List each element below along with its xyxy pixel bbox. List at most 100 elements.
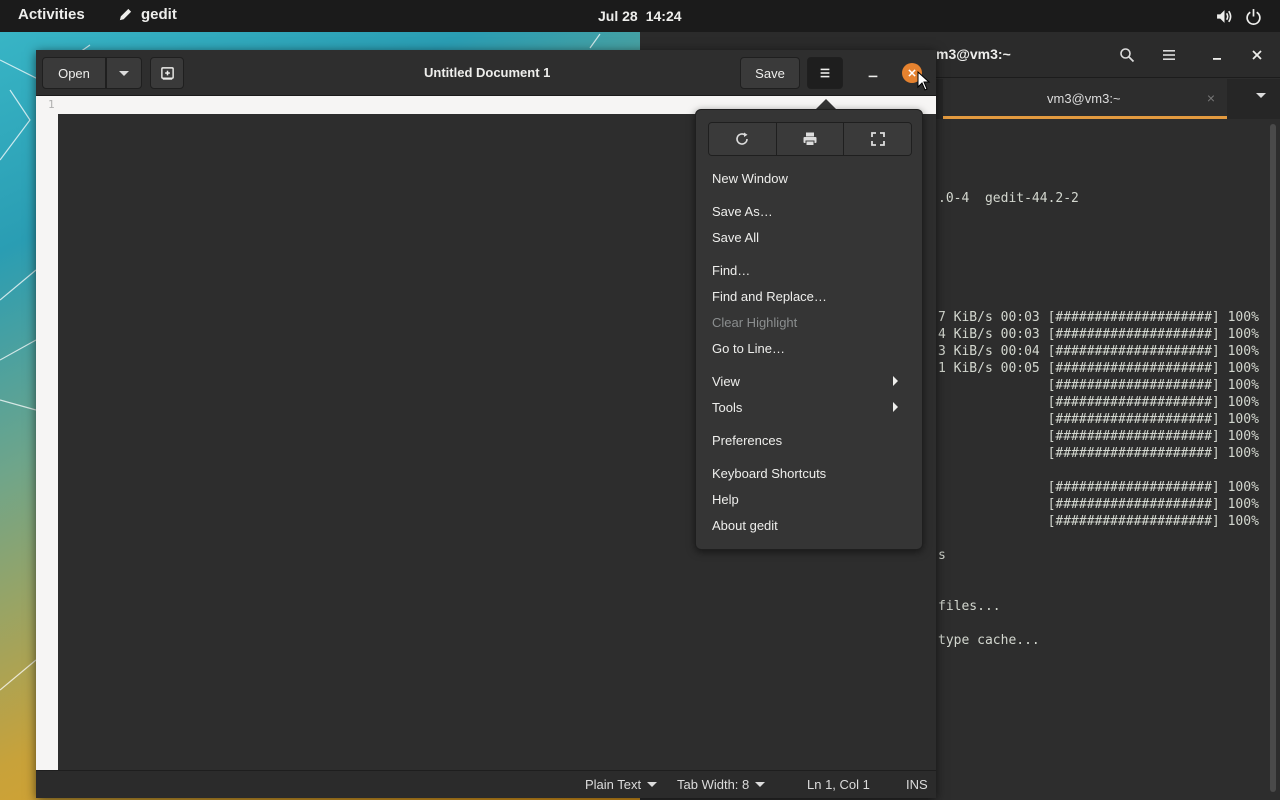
terminal-close-button[interactable] xyxy=(1240,40,1274,70)
terminal-line: [####################] 100% xyxy=(938,378,1259,393)
chevron-right-icon xyxy=(893,402,898,412)
open-button[interactable]: Open xyxy=(42,57,106,89)
print-button[interactable] xyxy=(775,123,844,155)
mouse-cursor-icon xyxy=(917,71,931,91)
reload-button[interactable] xyxy=(709,123,776,155)
search-icon xyxy=(1120,48,1135,63)
new-tab-icon xyxy=(160,66,174,80)
gedit-headerbar: Open Untitled Document 1 Save xyxy=(36,50,936,96)
menu-item-new-window[interactable]: New Window xyxy=(712,167,908,189)
menu-item-view[interactable]: View xyxy=(712,370,908,392)
close-icon xyxy=(1252,50,1262,60)
chevron-down-icon xyxy=(1256,93,1266,98)
minimize-icon xyxy=(868,75,878,78)
terminal-line: files... xyxy=(938,599,1001,614)
menu-item-label: Find and Replace… xyxy=(712,288,827,304)
terminal-search-button[interactable] xyxy=(1110,40,1144,70)
menu-item-find-replace[interactable]: Find and Replace… xyxy=(712,285,908,307)
system-menu-button[interactable] xyxy=(1216,8,1262,25)
menu-item-label: Preferences xyxy=(712,432,783,448)
menu-item-label: Keyboard Shortcuts xyxy=(712,465,827,481)
volume-icon xyxy=(1217,10,1232,23)
main-menu-button[interactable] xyxy=(807,57,843,89)
terminal-line: 7 KiB/s 00:03 [####################] 100… xyxy=(938,310,1259,325)
fullscreen-button[interactable] xyxy=(843,123,911,155)
minimize-button[interactable] xyxy=(862,60,884,86)
clock-button[interactable]: Jul 28 14:24 xyxy=(598,8,682,24)
menu-item-label: About gedit xyxy=(712,517,778,533)
new-document-button[interactable] xyxy=(150,57,184,89)
language-selector[interactable]: Plain Text xyxy=(585,777,658,792)
menu-item-label: New Window xyxy=(712,170,788,186)
terminal-line: [####################] 100% xyxy=(938,446,1259,461)
language-label: Plain Text xyxy=(585,777,642,792)
app-menu-button[interactable]: gedit xyxy=(118,6,177,23)
save-button[interactable]: Save xyxy=(740,57,800,89)
terminal-tab[interactable]: vm3@vm3:~ × xyxy=(943,79,1227,119)
menu-item-preferences[interactable]: Preferences xyxy=(712,429,908,451)
hamburger-icon xyxy=(1163,50,1175,60)
menu-item-label: Save All xyxy=(712,229,759,245)
terminal-line: [####################] 100% xyxy=(938,429,1259,444)
app-menu-label: gedit xyxy=(141,6,177,23)
terminal-menu-button[interactable] xyxy=(1152,40,1186,70)
main-menu-popover: New Window Save As… Save All Find… Find … xyxy=(695,109,923,550)
chevron-right-icon xyxy=(893,376,898,386)
menu-item-label: Find… xyxy=(712,262,751,278)
terminal-tab-label: vm3@vm3:~ xyxy=(1047,91,1121,106)
open-recent-button[interactable] xyxy=(106,57,142,89)
print-icon xyxy=(803,132,817,146)
chevron-down-icon xyxy=(647,782,658,787)
menu-item-go-to-line[interactable]: Go to Line… xyxy=(712,337,908,359)
terminal-line: type cache... xyxy=(938,633,1040,648)
chevron-down-icon xyxy=(119,70,129,76)
insert-mode-indicator: INS xyxy=(906,777,928,792)
menu-item-find[interactable]: Find… xyxy=(712,259,908,281)
fullscreen-icon xyxy=(870,132,885,146)
terminal-title: m3@vm3:~ xyxy=(936,46,1011,62)
cursor-position[interactable]: Ln 1, Col 1 xyxy=(807,777,870,792)
menu-item-clear-highlight: Clear Highlight xyxy=(712,311,908,333)
menu-item-tools[interactable]: Tools xyxy=(712,396,908,418)
line-number-gutter: 1 xyxy=(36,96,58,770)
menu-item-save-as[interactable]: Save As… xyxy=(712,200,908,222)
terminal-line: s xyxy=(938,548,946,563)
clock-time: 14:24 xyxy=(645,8,682,24)
terminal-line: [####################] 100% xyxy=(938,497,1259,512)
terminal-line: 4 KiB/s 00:03 [####################] 100… xyxy=(938,327,1259,342)
menu-item-label: Help xyxy=(712,491,739,507)
activities-button[interactable]: Activities xyxy=(18,6,85,23)
menu-item-keyboard-shortcuts[interactable]: Keyboard Shortcuts xyxy=(712,462,908,484)
chevron-down-icon xyxy=(755,782,766,787)
status-bar: Plain Text Tab Width: 8 Ln 1, Col 1 INS xyxy=(36,770,936,798)
terminal-line: [####################] 100% xyxy=(938,395,1259,410)
document-title: Untitled Document 1 xyxy=(424,65,551,80)
terminal-minimize-button[interactable] xyxy=(1200,40,1234,70)
tab-overview-button[interactable] xyxy=(1256,93,1266,98)
power-icon xyxy=(1246,9,1261,25)
menu-item-save-all[interactable]: Save All xyxy=(712,226,908,248)
terminal-line: 1 KiB/s 00:05 [####################] 100… xyxy=(938,361,1259,376)
popover-toolbar xyxy=(708,122,912,156)
terminal-scrollbar[interactable] xyxy=(1270,124,1276,792)
hamburger-icon xyxy=(820,68,830,78)
menu-item-label: View xyxy=(712,373,740,389)
tab-close-icon[interactable]: × xyxy=(1207,90,1215,106)
reload-icon xyxy=(736,132,749,145)
line-number: 1 xyxy=(48,98,55,111)
menu-item-help[interactable]: Help xyxy=(712,488,908,510)
tab-width-selector[interactable]: Tab Width: 8 xyxy=(677,777,766,792)
menu-item-label: Save As… xyxy=(712,203,773,219)
terminal-line: [####################] 100% xyxy=(938,412,1259,427)
menu-item-label: Go to Line… xyxy=(712,340,785,356)
menu-item-label: Tools xyxy=(712,399,743,415)
menu-item-label: Clear Highlight xyxy=(712,314,798,330)
menu-item-about[interactable]: About gedit xyxy=(712,514,908,536)
top-bar: Activities gedit Jul 28 14:24 xyxy=(0,0,1280,32)
pencil-icon xyxy=(119,8,132,21)
terminal-line: .0-4 gedit-44.2-2 xyxy=(938,191,1079,206)
close-icon xyxy=(908,69,916,77)
terminal-line: [####################] 100% xyxy=(938,480,1259,495)
minimize-icon xyxy=(1213,58,1221,60)
terminal-line: [####################] 100% xyxy=(938,514,1259,529)
